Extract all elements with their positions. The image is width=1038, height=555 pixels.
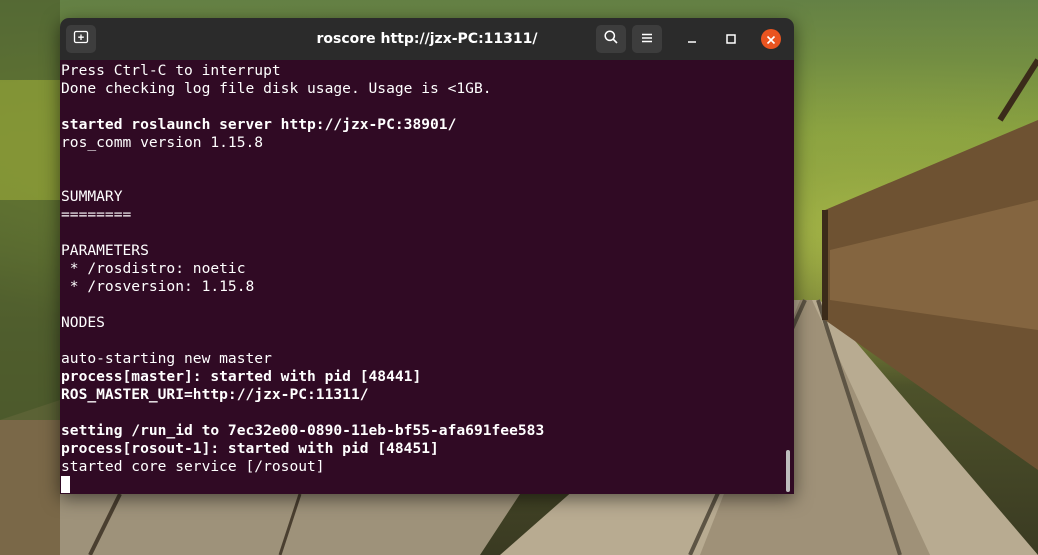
terminal-window: roscore http://jzx-PC:11311/ Press Ctrl-… <box>60 18 794 494</box>
maximize-button[interactable] <box>721 29 741 49</box>
text-cursor <box>61 476 70 493</box>
terminal-line: auto-starting new master <box>61 350 272 367</box>
close-button[interactable] <box>761 29 781 49</box>
prompt-line <box>61 476 544 494</box>
minimize-button[interactable] <box>682 29 702 49</box>
search-button[interactable] <box>596 25 626 53</box>
terminal-line: * /rosversion: 1.15.8 <box>61 278 255 295</box>
terminal-line: NODES <box>61 314 105 331</box>
terminal-line: * /rosdistro: noetic <box>61 260 246 277</box>
minimize-icon <box>686 30 698 49</box>
terminal-line: Press Ctrl-C to interrupt <box>61 62 281 79</box>
terminal-line: started roslaunch server http://jzx-PC:3… <box>61 116 457 133</box>
maximize-icon <box>725 30 737 49</box>
terminal-line: ros_comm version 1.15.8 <box>61 134 264 151</box>
terminal-lines: Press Ctrl-C to interrupt Done checking l… <box>61 62 544 494</box>
title-bar[interactable]: roscore http://jzx-PC:11311/ <box>60 18 794 60</box>
hamburger-menu-icon <box>640 30 654 49</box>
menu-button[interactable] <box>632 25 662 53</box>
terminal-line: started core service [/rosout] <box>61 458 325 475</box>
terminal-line: SUMMARY <box>61 188 123 205</box>
search-icon <box>603 29 619 49</box>
terminal-line: process[rosout-1]: started with pid [484… <box>61 440 439 457</box>
terminal-line: setting /run_id to 7ec32e00-0890-11eb-bf… <box>61 422 545 439</box>
terminal-line: ROS_MASTER_URI=http://jzx-PC:11311/ <box>61 386 369 403</box>
close-icon <box>766 30 776 49</box>
terminal-line: PARAMETERS <box>61 242 149 259</box>
scrollbar-thumb[interactable] <box>786 450 790 492</box>
terminal-line: Done checking log file disk usage. Usage… <box>61 80 492 97</box>
terminal-output[interactable]: Press Ctrl-C to interrupt Done checking l… <box>60 60 794 494</box>
terminal-line: process[master]: started with pid [48441… <box>61 368 422 385</box>
terminal-line: ======== <box>61 206 132 223</box>
